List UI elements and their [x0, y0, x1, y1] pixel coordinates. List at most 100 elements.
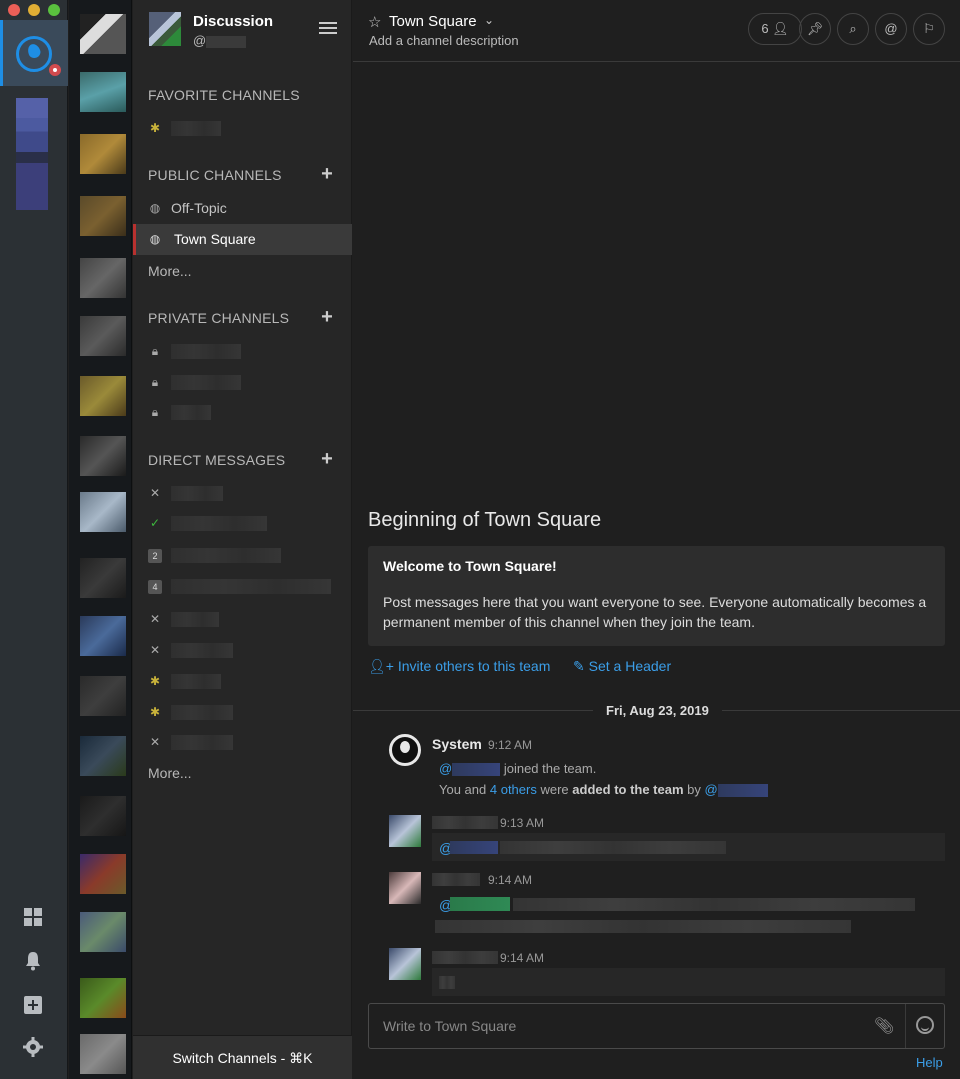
- add-user-icon: 👤︎+: [368, 658, 394, 674]
- mention-link[interactable]: @: [439, 761, 452, 776]
- user-avatar[interactable]: [389, 872, 421, 904]
- grid-icon[interactable]: [22, 906, 44, 928]
- help-link[interactable]: Help: [916, 1055, 943, 1070]
- intro-welcome: Welcome to Town Square!: [383, 558, 557, 574]
- blurred-message: [500, 841, 726, 854]
- user-avatar: [149, 12, 181, 46]
- offline-status-icon: ✕: [149, 612, 161, 626]
- more-public-channels-link[interactable]: More...: [148, 263, 192, 279]
- system-message-added: You and 4 others were added to the team …: [439, 782, 768, 798]
- post-time[interactable]: 9:14 AM: [488, 873, 532, 887]
- user-avatar[interactable]: [389, 815, 421, 847]
- flag-icon[interactable]: ⚐: [913, 13, 945, 45]
- blurred-user-name: [171, 705, 233, 720]
- paperclip-icon[interactable]: 📎︎: [874, 1016, 894, 1036]
- team-header[interactable]: Discussion @: [133, 0, 352, 60]
- unread-badge: [47, 62, 63, 78]
- member-list-button[interactable]: 6 👤︎: [748, 13, 802, 45]
- team-avatar[interactable]: [80, 978, 126, 1018]
- search-icon[interactable]: ⌕: [837, 13, 869, 45]
- add-public-channel-button[interactable]: +: [319, 164, 335, 184]
- team-name: Discussion: [193, 13, 274, 30]
- post-time[interactable]: 9:12 AM: [488, 738, 532, 752]
- team-avatar[interactable]: [80, 436, 126, 476]
- team-avatar[interactable]: [80, 558, 126, 598]
- team-avatar[interactable]: [80, 676, 126, 716]
- mention-link[interactable]: @: [705, 782, 718, 797]
- blurred-user-name: [171, 612, 219, 627]
- window-close-button[interactable]: [8, 4, 20, 16]
- team-avatar[interactable]: [80, 258, 126, 298]
- sidebar-item-dm[interactable]: ✕: [133, 478, 352, 509]
- sidebar-item-dm[interactable]: ✱: [133, 666, 352, 697]
- others-link[interactable]: 4 others: [490, 782, 537, 797]
- emoji-icon[interactable]: [916, 1016, 934, 1034]
- set-header-link[interactable]: ✎ Set a Header: [573, 658, 671, 675]
- sidebar-item-private[interactable]: 🔒︎: [133, 336, 352, 367]
- sidebar-item-dm[interactable]: ✓: [133, 508, 352, 539]
- channel-header: ☆ Town Square ⌄ Add a channel descriptio…: [353, 0, 960, 62]
- team-avatar[interactable]: [80, 316, 126, 356]
- composer-divider: [905, 1004, 906, 1048]
- team-avatar[interactable]: [80, 376, 126, 416]
- add-server-icon[interactable]: [22, 994, 44, 1016]
- main-menu-icon[interactable]: [319, 22, 337, 36]
- team-avatar[interactable]: [80, 796, 126, 836]
- window-minimize-button[interactable]: [28, 4, 40, 16]
- team-avatar[interactable]: [80, 14, 126, 54]
- post-time[interactable]: 9:13 AM: [500, 816, 544, 830]
- invite-others-link[interactable]: 👤︎+ Invite others to this team: [368, 658, 550, 675]
- sidebar-item-dm[interactable]: ✱: [133, 697, 352, 728]
- team-avatar[interactable]: [80, 492, 126, 532]
- joined-text: joined the team.: [503, 761, 597, 776]
- channel-description[interactable]: Add a channel description: [369, 33, 519, 48]
- post-author[interactable]: System: [432, 736, 482, 752]
- team-avatar[interactable]: [80, 134, 126, 174]
- set-header-label: Set a Header: [588, 658, 672, 674]
- chevron-down-icon[interactable]: ⌄: [484, 13, 494, 27]
- sidebar-item-dm[interactable]: ✕: [133, 604, 352, 635]
- gear-icon[interactable]: [22, 1036, 44, 1058]
- sidebar-item-private[interactable]: 🔒︎: [133, 397, 352, 428]
- team-avatar[interactable]: [80, 912, 126, 952]
- sidebar-item-dm[interactable]: ✕: [133, 635, 352, 666]
- team-avatar[interactable]: [80, 736, 126, 776]
- system-avatar: [389, 734, 421, 766]
- blurred-channel-name: [171, 344, 241, 359]
- added-bold: added to the team: [572, 782, 684, 797]
- sidebar-item-town-square[interactable]: ◍ Town Square: [133, 224, 352, 255]
- team-avatar[interactable]: [80, 72, 126, 112]
- bell-icon[interactable]: [22, 950, 44, 972]
- mention-icon[interactable]: @: [875, 13, 907, 45]
- window-maximize-button[interactable]: [48, 4, 60, 16]
- sidebar-item-dm[interactable]: ✕: [133, 727, 352, 758]
- away-status-icon: ✱: [149, 705, 161, 719]
- sidebar-item-off-topic[interactable]: ◍ Off-Topic: [133, 193, 352, 224]
- pin-icon[interactable]: 📌︎: [799, 13, 831, 45]
- team-username: @: [193, 33, 247, 48]
- team-avatar[interactable]: [80, 854, 126, 894]
- team-avatar[interactable]: [80, 1034, 126, 1074]
- add-direct-message-button[interactable]: +: [319, 449, 335, 469]
- favorite-star-icon[interactable]: ☆: [368, 13, 381, 31]
- channel-title[interactable]: Town Square: [389, 13, 477, 30]
- sidebar-item-favorite[interactable]: ✱: [133, 113, 352, 144]
- post-message: [432, 968, 945, 996]
- server-mattermost[interactable]: [0, 20, 68, 86]
- sidebar-item-group-dm[interactable]: 2: [133, 540, 352, 571]
- server-secondary[interactable]: [16, 98, 48, 210]
- blurred-channel-name: [171, 121, 221, 136]
- sidebar-item-private[interactable]: 🔒︎: [133, 367, 352, 398]
- user-avatar[interactable]: [389, 948, 421, 980]
- more-direct-messages-link[interactable]: More...: [148, 765, 192, 781]
- channel-intro-box: Welcome to Town Square! Post messages he…: [368, 546, 945, 646]
- member-count-badge: 2: [148, 549, 162, 563]
- message-input[interactable]: [383, 1016, 863, 1036]
- add-private-channel-button[interactable]: +: [319, 307, 335, 327]
- channel-label: Off-Topic: [171, 200, 227, 216]
- post-time[interactable]: 9:14 AM: [500, 951, 544, 965]
- switch-channels-button[interactable]: Switch Channels - ⌘K: [133, 1035, 352, 1079]
- team-avatar[interactable]: [80, 616, 126, 656]
- sidebar-item-group-dm[interactable]: 4: [133, 571, 352, 602]
- team-avatar[interactable]: [80, 196, 126, 236]
